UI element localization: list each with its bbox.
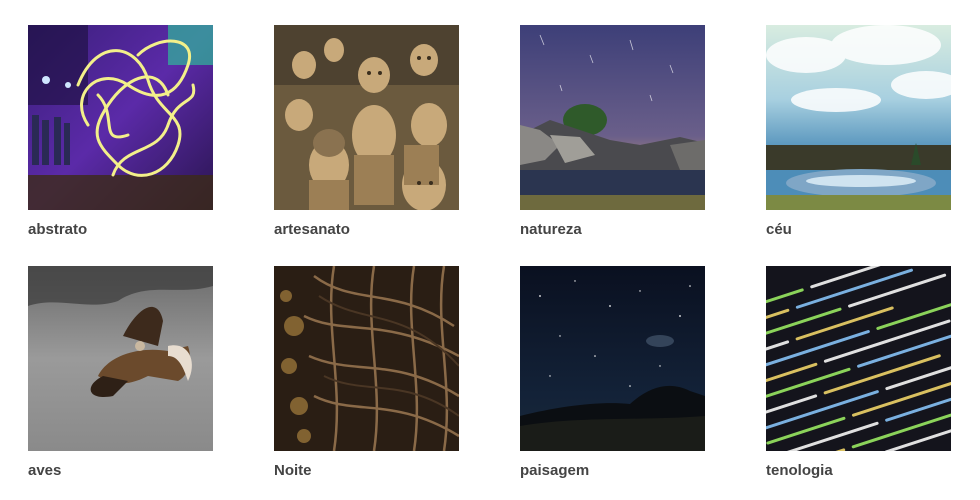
source-code-screen-photo[interactable] (766, 266, 951, 451)
hawk-in-flight-photo[interactable] (28, 266, 213, 451)
category-tile-paisagem[interactable]: paisagem (520, 266, 705, 480)
category-tile-tenologia[interactable]: tenologia (766, 266, 951, 480)
category-gallery: abstrato artesanato natureza céu aves No… (0, 0, 980, 500)
category-tile-natureza[interactable]: natureza (520, 25, 705, 239)
category-tile-noite[interactable]: Noite (274, 266, 459, 480)
category-label[interactable]: paisagem (520, 462, 705, 480)
category-tile-abstrato[interactable]: abstrato (28, 25, 213, 239)
category-tile-ceu[interactable]: céu (766, 25, 951, 239)
category-tile-artesanato[interactable]: artesanato (274, 25, 459, 239)
category-label[interactable]: Noite (274, 462, 459, 480)
sky-lake-park-photo[interactable] (766, 25, 951, 210)
category-label[interactable]: artesanato (274, 221, 459, 239)
category-label[interactable]: natureza (520, 221, 705, 239)
category-label[interactable]: abstrato (28, 221, 213, 239)
category-label[interactable]: tenologia (766, 462, 951, 480)
light-painting-photo[interactable] (28, 25, 213, 210)
category-label[interactable]: céu (766, 221, 951, 239)
starry-night-landscape-photo[interactable] (520, 266, 705, 451)
clay-figurines-photo[interactable] (274, 25, 459, 210)
category-label[interactable]: aves (28, 462, 213, 480)
woven-branches-bokeh-photo[interactable] (274, 266, 459, 451)
night-lake-rocks-photo[interactable] (520, 25, 705, 210)
category-tile-aves[interactable]: aves (28, 266, 213, 480)
